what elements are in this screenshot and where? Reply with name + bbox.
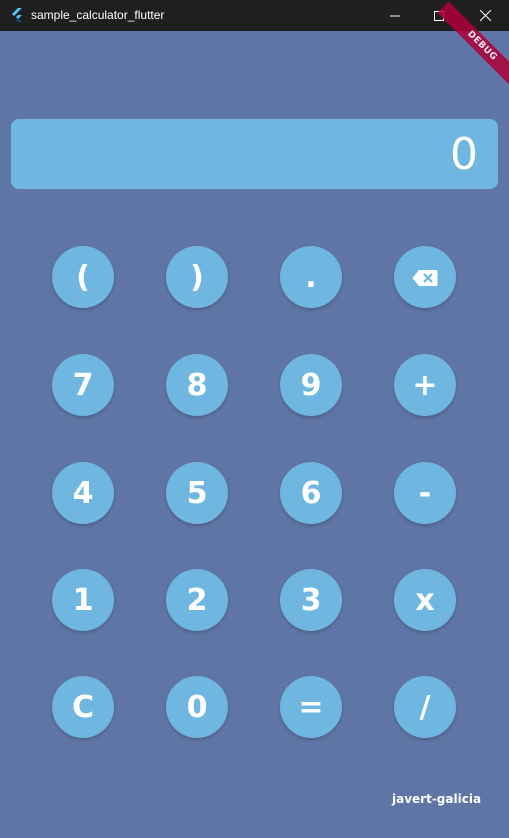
multiply-button[interactable]: x (394, 569, 456, 631)
calculator-display: 0 (11, 119, 498, 189)
backspace-button[interactable] (394, 246, 456, 308)
minimize-button[interactable] (372, 0, 418, 31)
digit-4-button[interactable]: 4 (52, 462, 114, 524)
backspace-icon (412, 260, 438, 295)
subtract-button[interactable]: - (394, 462, 456, 524)
digit-3-button[interactable]: 3 (280, 569, 342, 631)
window-title: sample_calculator_flutter (31, 8, 165, 22)
close-paren-button[interactable]: ) (166, 246, 228, 308)
title-bar[interactable]: sample_calculator_flutter (0, 0, 509, 31)
equals-button[interactable]: = (280, 676, 342, 738)
digit-2-button[interactable]: 2 (166, 569, 228, 631)
digit-5-button[interactable]: 5 (166, 462, 228, 524)
display-value: 0 (450, 129, 478, 180)
clear-button[interactable]: C (52, 676, 114, 738)
divide-button[interactable]: / (394, 676, 456, 738)
app-window: sample_calculator_flutter DEBUG 0 ( ) . (0, 0, 509, 838)
digit-9-button[interactable]: 9 (280, 354, 342, 416)
minimize-icon (390, 6, 400, 25)
digit-0-button[interactable]: 0 (166, 676, 228, 738)
add-button[interactable]: + (394, 354, 456, 416)
open-paren-button[interactable]: ( (52, 246, 114, 308)
digit-6-button[interactable]: 6 (280, 462, 342, 524)
author-credit: javert-galicia (392, 792, 482, 806)
digit-8-button[interactable]: 8 (166, 354, 228, 416)
close-icon (479, 6, 491, 25)
decimal-button[interactable]: . (280, 246, 342, 308)
digit-1-button[interactable]: 1 (52, 569, 114, 631)
digit-7-button[interactable]: 7 (52, 354, 114, 416)
flutter-logo-icon (9, 7, 25, 23)
